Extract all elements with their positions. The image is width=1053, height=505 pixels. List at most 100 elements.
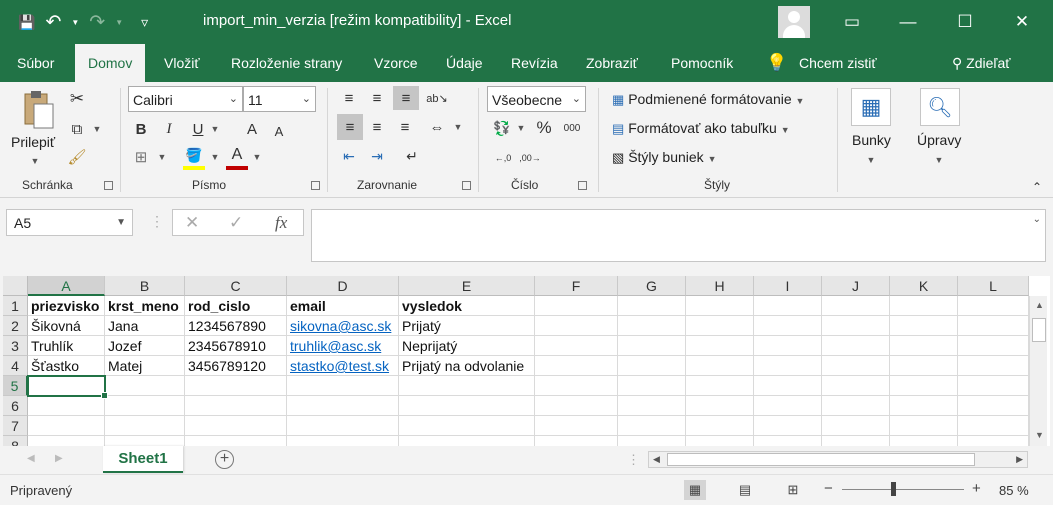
tab-insert[interactable]: Vložiť: [164, 44, 200, 82]
cell-b2[interactable]: Jana: [105, 316, 185, 336]
column-header-g[interactable]: G: [618, 276, 686, 296]
zoom-in-icon[interactable]: +: [972, 480, 981, 497]
tab-review[interactable]: Revízia: [511, 44, 558, 82]
align-top-icon[interactable]: ≡: [337, 86, 361, 110]
row-header-4[interactable]: 4: [3, 356, 28, 376]
cell-f8[interactable]: [535, 436, 618, 446]
cell-i3[interactable]: [754, 336, 822, 356]
copy-icon[interactable]: ⧉: [66, 118, 88, 140]
cell-i1[interactable]: [754, 296, 822, 316]
close-button[interactable]: ✕: [999, 0, 1045, 44]
save-icon[interactable]: 💾: [18, 14, 35, 31]
alignment-launcher-icon[interactable]: [462, 181, 471, 190]
cell-j3[interactable]: [822, 336, 890, 356]
decrease-decimal-icon[interactable]: ,00→: [518, 146, 542, 170]
merge-dropdown-icon[interactable]: ▼: [453, 122, 463, 132]
cell-g7[interactable]: [618, 416, 686, 436]
page-layout-view-icon[interactable]: ▤: [734, 480, 756, 500]
tab-file[interactable]: Súbor: [17, 44, 54, 82]
font-color-dropdown-icon[interactable]: ▼: [252, 152, 262, 162]
align-right-icon[interactable]: ≡: [393, 114, 417, 140]
paste-dropdown-icon[interactable]: ▼: [30, 156, 40, 166]
cell-c2[interactable]: 1234567890: [185, 316, 287, 336]
column-header-l[interactable]: L: [958, 276, 1029, 296]
tab-page-layout[interactable]: Rozloženie strany: [231, 44, 342, 82]
underline-dropdown-icon[interactable]: ▼: [210, 124, 220, 134]
copy-dropdown-icon[interactable]: ▼: [92, 124, 102, 134]
align-left-icon[interactable]: ≡: [337, 114, 363, 140]
tab-data[interactable]: Údaje: [446, 44, 483, 82]
wrap-text-icon[interactable]: ↵: [400, 144, 424, 168]
cell-f4[interactable]: [535, 356, 618, 376]
column-header-c[interactable]: C: [185, 276, 287, 296]
tab-home[interactable]: Domov: [75, 44, 146, 82]
cells-button[interactable]: Bunky: [852, 132, 891, 148]
column-header-h[interactable]: H: [686, 276, 754, 296]
redo-dropdown-icon[interactable]: ▼: [115, 18, 123, 27]
cell-b3[interactable]: Jozef: [105, 336, 185, 356]
row-header-6[interactable]: 6: [3, 396, 28, 416]
grow-font-button[interactable]: A: [242, 118, 262, 140]
select-all-corner[interactable]: [3, 276, 28, 296]
cell-f6[interactable]: [535, 396, 618, 416]
row-header-5[interactable]: 5: [3, 376, 28, 396]
font-size-select[interactable]: 11 ⌄: [243, 86, 316, 112]
minimize-button[interactable]: —: [885, 0, 931, 44]
horizontal-scrollbar[interactable]: ◀ ▶: [648, 451, 1028, 468]
cell-l4[interactable]: [958, 356, 1029, 376]
horizontal-scroll-thumb[interactable]: [667, 453, 975, 466]
font-color-icon[interactable]: A: [226, 144, 248, 166]
cell-l2[interactable]: [958, 316, 1029, 336]
cell-h3[interactable]: [686, 336, 754, 356]
cell-j1[interactable]: [822, 296, 890, 316]
merge-center-icon[interactable]: ⇔: [425, 114, 449, 140]
collapse-ribbon-icon[interactable]: ⌃: [1030, 180, 1044, 194]
accounting-format-icon[interactable]: 💱: [490, 116, 514, 140]
cell-k5[interactable]: [890, 376, 958, 396]
cell-i7[interactable]: [754, 416, 822, 436]
tell-me-search[interactable]: Chcem zistiť: [799, 44, 877, 82]
cell-j6[interactable]: [822, 396, 890, 416]
cell-e1[interactable]: vysledok: [399, 296, 535, 316]
cell-h6[interactable]: [686, 396, 754, 416]
cell-j5[interactable]: [822, 376, 890, 396]
cell-e2[interactable]: Prijatý: [399, 316, 535, 336]
cell-a1[interactable]: priezvisko: [28, 296, 105, 316]
column-header-a[interactable]: A: [28, 276, 105, 296]
page-break-view-icon[interactable]: ⊞: [782, 480, 804, 500]
column-header-k[interactable]: K: [890, 276, 958, 296]
cell-g2[interactable]: [618, 316, 686, 336]
cell-a6[interactable]: [28, 396, 105, 416]
cell-j8[interactable]: [822, 436, 890, 446]
clipboard-launcher-icon[interactable]: [104, 181, 113, 190]
paste-icon[interactable]: [18, 90, 58, 132]
fill-dropdown-icon[interactable]: ▼: [210, 152, 220, 162]
scroll-left-icon[interactable]: ◀: [653, 454, 660, 465]
cell-a8[interactable]: [28, 436, 105, 446]
scroll-down-icon[interactable]: ▼: [1035, 430, 1044, 440]
redo-icon[interactable]: ↷: [89, 11, 105, 34]
cell-b6[interactable]: [105, 396, 185, 416]
share-button[interactable]: ⚲ Zdieľať: [952, 44, 1011, 82]
ribbon-display-options-button[interactable]: ▭: [829, 0, 875, 44]
undo-icon[interactable]: ↶: [45, 11, 61, 34]
borders-dropdown-icon[interactable]: ▼: [157, 152, 167, 162]
cell-c4[interactable]: 3456789120: [185, 356, 287, 376]
sheet-prev-icon[interactable]: ◀: [27, 453, 35, 464]
cell-b1[interactable]: krst_meno: [105, 296, 185, 316]
row-header-7[interactable]: 7: [3, 416, 28, 436]
tab-help[interactable]: Pomocník: [671, 44, 733, 82]
cell-f5[interactable]: [535, 376, 618, 396]
borders-icon[interactable]: ⊞: [131, 146, 151, 168]
number-launcher-icon[interactable]: [578, 181, 587, 190]
format-as-table-button[interactable]: ▤ Formátovať ako tabuľku ▼: [612, 120, 790, 137]
percent-style-button[interactable]: %: [533, 116, 555, 140]
cell-k7[interactable]: [890, 416, 958, 436]
vertical-scrollbar[interactable]: ▲ ▼: [1029, 296, 1047, 446]
cell-g5[interactable]: [618, 376, 686, 396]
tab-view[interactable]: Zobraziť: [586, 44, 638, 82]
cell-h8[interactable]: [686, 436, 754, 446]
cell-d3[interactable]: truhlik@asc.sk: [287, 336, 399, 356]
cell-f7[interactable]: [535, 416, 618, 436]
cell-g4[interactable]: [618, 356, 686, 376]
